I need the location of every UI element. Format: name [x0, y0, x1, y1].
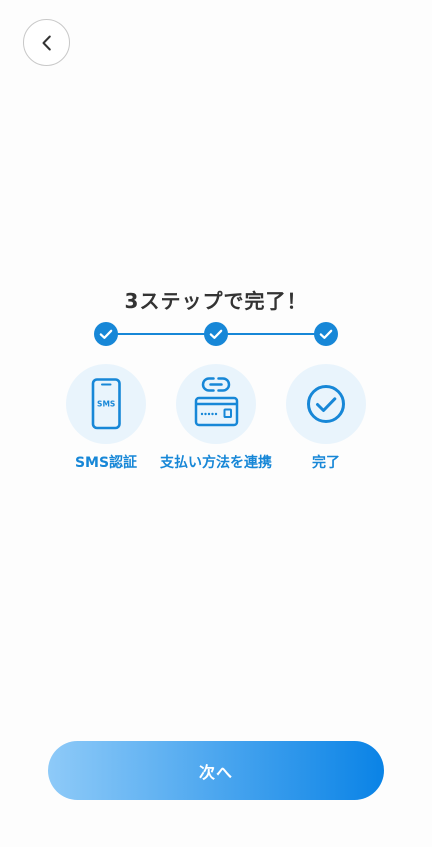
step-label-complete: 完了 — [312, 455, 340, 471]
step-2-check-icon — [204, 322, 228, 346]
step-1-check-icon — [94, 322, 118, 346]
link-credit-card-icon — [194, 377, 239, 427]
next-button-label: 次へ — [198, 762, 233, 782]
next-button[interactable]: 次へ — [48, 741, 384, 800]
step-progress — [0, 322, 432, 346]
chevron-left-icon — [42, 35, 51, 50]
step-payment-icon-circle — [176, 364, 256, 444]
step-3-check-icon — [314, 322, 338, 346]
check-circle-icon — [307, 385, 345, 423]
page-title: 3ステップで完了！ — [124, 289, 308, 313]
smartphone-sms-icon: SMS — [91, 378, 121, 430]
back-button[interactable] — [23, 19, 70, 66]
step-complete-icon-circle — [286, 364, 366, 444]
step-sms-icon-circle: SMS — [66, 364, 146, 444]
sms-icon-text: SMS — [97, 400, 115, 409]
